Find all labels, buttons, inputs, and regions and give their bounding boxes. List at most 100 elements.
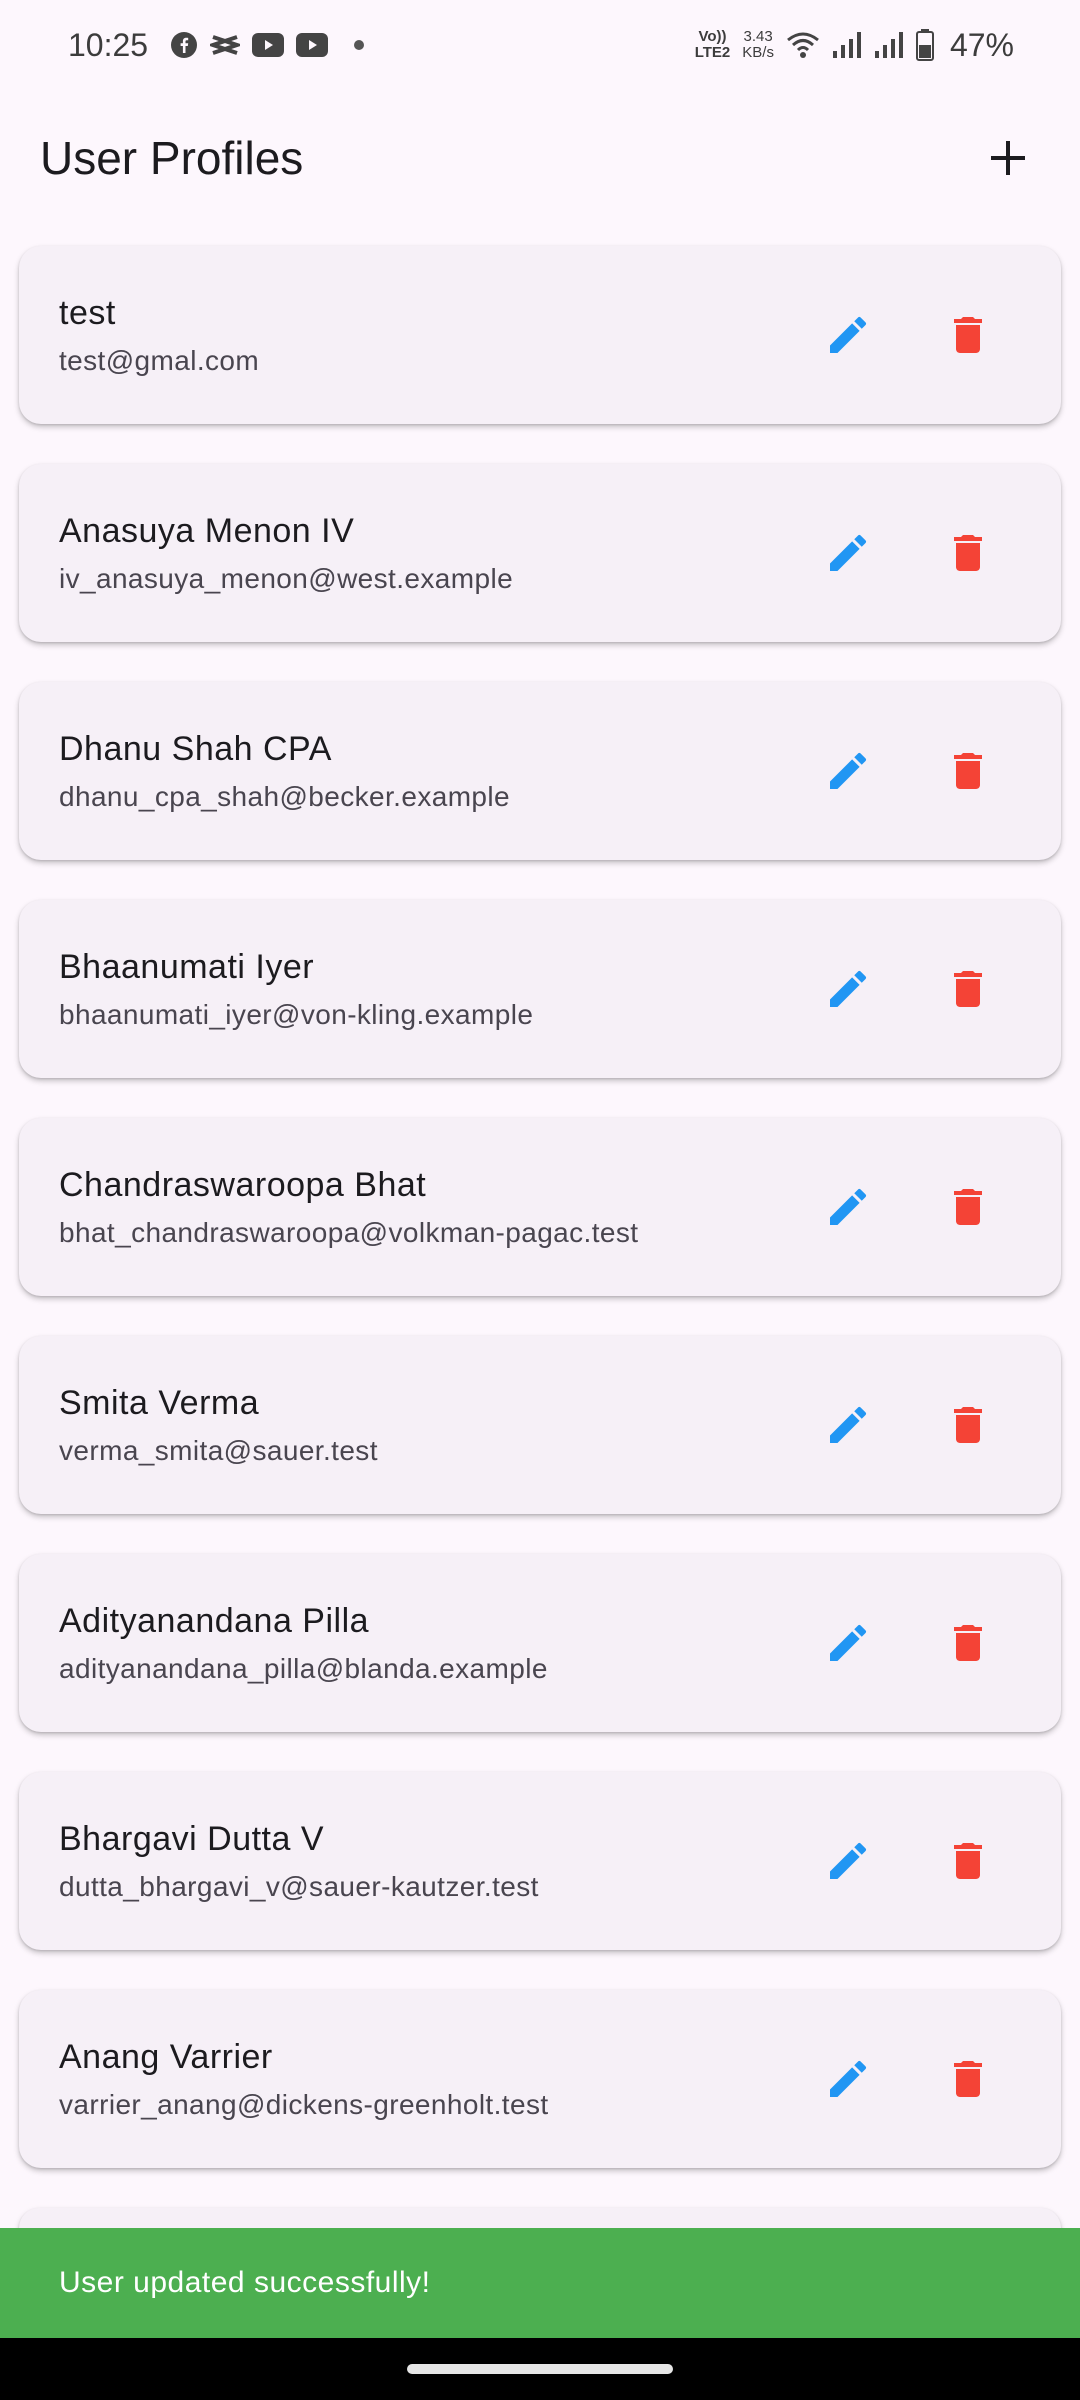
signal-icon xyxy=(832,31,862,59)
trash-icon xyxy=(954,2061,982,2097)
user-card-actions xyxy=(815,1828,1001,1894)
edit-user-button[interactable] xyxy=(815,1392,881,1458)
pencil-icon xyxy=(830,1406,867,1443)
user-card-text: Bhaanumati Iyer bhaanumati_iyer@von-kling… xyxy=(59,945,815,1033)
pencil-icon xyxy=(830,2060,867,2097)
user-card[interactable]: Anasuya Menon IV iv_anasuya_menon@west.ex… xyxy=(19,464,1061,642)
trash-icon xyxy=(954,1843,982,1879)
delete-user-button[interactable] xyxy=(935,2046,1001,2112)
edit-user-button[interactable] xyxy=(815,956,881,1022)
network-speed-value: 3.43 xyxy=(743,28,773,45)
user-card[interactable]: test test@gmal.com xyxy=(19,246,1061,424)
network-speed: 3.43 KB/s xyxy=(742,29,774,61)
user-name: Anasuya Menon IV xyxy=(59,512,355,550)
user-name: Smita Verma xyxy=(59,1384,260,1422)
trash-icon xyxy=(954,1407,982,1443)
user-card-text: Dhanu Shah CPA dhanu_cpa_shah@becker.exam… xyxy=(59,727,815,815)
user-card[interactable]: Dhanu Shah CPA dhanu_cpa_shah@becker.exam… xyxy=(19,682,1061,860)
user-card-text: Bhargavi Dutta V dutta_bhargavi_v@sauer-k… xyxy=(59,1817,815,1905)
user-card[interactable]: Chandraswaroopa Bhat bhat_chandraswaroopa… xyxy=(19,1118,1061,1296)
user-email: dutta_bhargavi_v@sauer-kautzer.test xyxy=(59,1871,539,1902)
delete-user-button[interactable] xyxy=(935,738,1001,804)
trash-icon xyxy=(954,1189,982,1225)
user-email: bhat_chandraswaroopa@volkman-pagac.test xyxy=(59,1217,639,1248)
edit-user-button[interactable] xyxy=(815,1174,881,1240)
capcut-icon xyxy=(210,32,241,58)
app-bar: User Profiles xyxy=(0,108,1080,208)
snackbar-message: User updated successfully! xyxy=(59,2266,431,2299)
edit-user-button[interactable] xyxy=(815,1828,881,1894)
user-email: test@gmal.com xyxy=(59,345,260,376)
user-card[interactable]: Anang Varrier varrier_anang@dickens-green… xyxy=(19,1990,1061,2168)
user-card-actions xyxy=(815,738,1001,804)
trash-icon xyxy=(954,535,982,571)
delete-user-button[interactable] xyxy=(935,1174,1001,1240)
youtube-icon xyxy=(252,33,285,57)
user-name: Adityanandana Pilla xyxy=(59,1602,370,1640)
user-list: test test@gmal.com Anasuya Menon IV iv_anas… xyxy=(19,246,1061,2288)
edit-user-button[interactable] xyxy=(815,2046,881,2112)
trash-icon xyxy=(954,1625,982,1661)
edit-user-button[interactable] xyxy=(815,738,881,804)
delete-user-button[interactable] xyxy=(935,1828,1001,1894)
network-speed-unit: KB/s xyxy=(742,44,774,61)
trash-icon xyxy=(954,971,982,1007)
pencil-icon xyxy=(830,316,867,353)
status-time: 10:25 xyxy=(68,26,149,63)
user-card[interactable]: Bhargavi Dutta V dutta_bhargavi_v@sauer-k… xyxy=(19,1772,1061,1950)
youtube-icon xyxy=(296,33,329,57)
pencil-icon xyxy=(830,1842,867,1879)
user-name: Bhaanumati Iyer xyxy=(59,948,315,986)
user-card-text: Anasuya Menon IV iv_anasuya_menon@west.ex… xyxy=(59,509,815,597)
user-email: verma_smita@sauer.test xyxy=(59,1435,378,1466)
volte-bottom-text: LTE2 xyxy=(694,44,731,61)
status-bar-right: Vo)) LTE2 3.43 KB/s 47% xyxy=(695,27,1014,64)
pencil-icon xyxy=(830,534,867,571)
status-bar: 10:25 Vo)) LTE2 3.43 KB/s 47% xyxy=(0,0,1080,90)
user-card-actions xyxy=(815,956,1001,1022)
home-gesture-handle[interactable] xyxy=(407,2364,673,2374)
volte-top-text: Vo)) xyxy=(698,28,727,45)
pencil-icon xyxy=(830,752,867,789)
system-navigation-bar xyxy=(0,2338,1080,2400)
user-email: iv_anasuya_menon@west.example xyxy=(59,563,514,594)
user-card-actions xyxy=(815,1610,1001,1676)
user-email: varrier_anang@dickens-greenholt.test xyxy=(59,2089,549,2120)
user-card[interactable]: Adityanandana Pilla adityanandana_pilla@b… xyxy=(19,1554,1061,1732)
status-bar-left: 10:25 xyxy=(68,26,365,64)
snackbar: User updated successfully! xyxy=(0,2228,1080,2338)
add-user-button[interactable] xyxy=(968,118,1048,198)
more-notifications-dot xyxy=(354,40,365,50)
user-name: Anang Varrier xyxy=(59,2038,273,2076)
volte-indicator: Vo)) LTE2 xyxy=(695,29,731,61)
user-card[interactable]: Bhaanumati Iyer bhaanumati_iyer@von-kling… xyxy=(19,900,1061,1078)
user-card-actions xyxy=(815,302,1001,368)
battery-icon xyxy=(915,29,934,61)
user-name: Chandraswaroopa Bhat xyxy=(59,1166,427,1204)
user-name: Dhanu Shah CPA xyxy=(59,730,332,768)
user-email: adityanandana_pilla@blanda.example xyxy=(59,1653,548,1684)
delete-user-button[interactable] xyxy=(935,956,1001,1022)
pencil-icon xyxy=(830,1188,867,1225)
delete-user-button[interactable] xyxy=(935,1610,1001,1676)
battery-percentage: 47% xyxy=(949,26,1014,63)
user-card-actions xyxy=(815,1174,1001,1240)
user-card[interactable]: Smita Verma verma_smita@sauer.test xyxy=(19,1336,1061,1514)
user-name: Bhargavi Dutta V xyxy=(59,1820,325,1858)
user-card-actions xyxy=(815,520,1001,586)
plus-icon xyxy=(991,141,1025,175)
user-card-text: Adityanandana Pilla adityanandana_pilla@b… xyxy=(59,1599,815,1687)
edit-user-button[interactable] xyxy=(815,1610,881,1676)
edit-user-button[interactable] xyxy=(815,302,881,368)
delete-user-button[interactable] xyxy=(935,520,1001,586)
trash-icon xyxy=(954,753,982,789)
wifi-icon xyxy=(786,31,820,59)
screen: 10:25 Vo)) LTE2 3.43 KB/s 47% User Profi… xyxy=(0,0,1080,2400)
user-email: bhaanumati_iyer@von-kling.example xyxy=(59,999,534,1030)
edit-user-button[interactable] xyxy=(815,520,881,586)
page-title: User Profiles xyxy=(40,132,304,184)
delete-user-button[interactable] xyxy=(935,1392,1001,1458)
user-email: dhanu_cpa_shah@becker.example xyxy=(59,781,511,812)
pencil-icon xyxy=(830,1624,867,1661)
delete-user-button[interactable] xyxy=(935,302,1001,368)
